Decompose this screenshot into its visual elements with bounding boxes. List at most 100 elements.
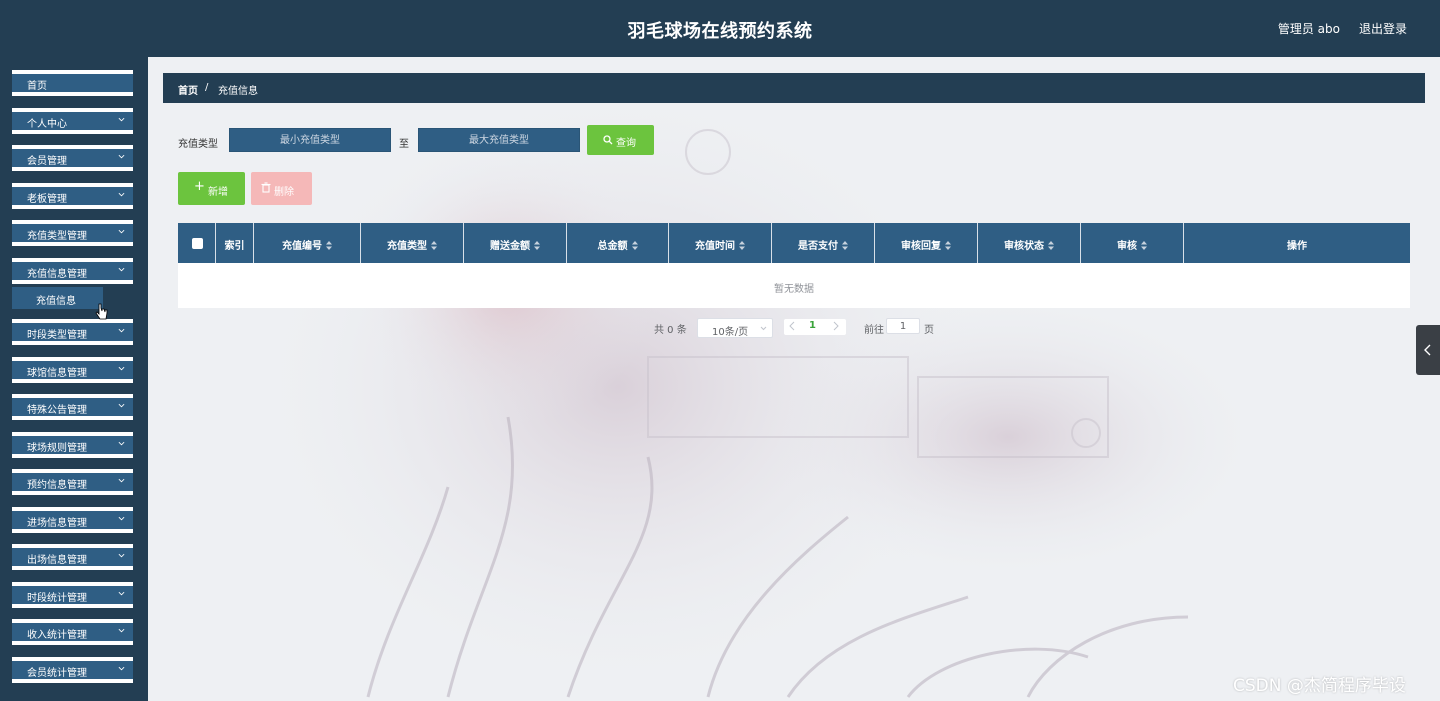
main-content: 首页 / 充值信息 充值类型 最小充值类型 至 最大充值类型 查询 + 新增 删… — [148, 57, 1440, 701]
query-button[interactable]: 查询 — [587, 125, 654, 155]
chevron-down-icon — [118, 117, 125, 122]
sidebar-item[interactable]: 首页 — [12, 70, 133, 96]
page-number-current[interactable]: 1 — [809, 320, 816, 331]
chevron-down-icon — [118, 478, 125, 483]
column-header-label: 充值时间 — [695, 241, 735, 252]
sidebar-item[interactable]: 进场信息管理 — [12, 507, 133, 533]
chevron-down-icon — [118, 516, 125, 521]
column-header-label: 充值类型 — [387, 241, 427, 252]
sidebar-item[interactable]: 时段统计管理 — [12, 582, 133, 608]
sidebar-item-label: 首页 — [27, 81, 47, 92]
sidebar-item[interactable]: 会员统计管理 — [12, 657, 133, 683]
sidebar-item-label: 时段统计管理 — [27, 593, 87, 604]
sort-icon[interactable] — [534, 240, 540, 250]
delete-button-label: 删除 — [274, 187, 294, 198]
column-header-label: 充值编号 — [282, 241, 322, 252]
chevron-down-icon — [118, 328, 125, 333]
column-header-cell: 总金额 — [567, 237, 668, 252]
sort-icon[interactable] — [1048, 240, 1054, 250]
sidebar-item-label: 老板管理 — [27, 194, 67, 205]
sidebar-item-label: 会员管理 — [27, 156, 67, 167]
column-header: 操作 — [1184, 223, 1410, 263]
column-header[interactable]: 总金额 — [567, 223, 669, 263]
sidebar-item[interactable]: 球场规则管理 — [12, 432, 133, 458]
column-header-cell: 审核 — [1081, 237, 1183, 252]
chevron-down-icon — [118, 441, 125, 446]
column-header[interactable]: 审核 — [1081, 223, 1184, 263]
sidebar-item[interactable]: 会员管理 — [12, 145, 133, 171]
goto-label: 前往 — [864, 325, 884, 336]
sidebar-item[interactable]: 时段类型管理 — [12, 319, 133, 345]
sidebar-item[interactable]: 出场信息管理 — [12, 544, 133, 570]
submenu-item-label: 充值信息 — [36, 296, 76, 307]
column-header-cell: 索引 — [216, 237, 253, 252]
submenu-item-recharge-info[interactable]: 充值信息 — [12, 287, 103, 309]
sidebar-item[interactable]: 老板管理 — [12, 183, 133, 209]
sidebar-item-label: 会员统计管理 — [27, 668, 87, 679]
goto-page-input[interactable] — [886, 318, 920, 334]
column-header-label: 审核状态 — [1004, 241, 1044, 252]
logout-link[interactable]: 退出登录 — [1359, 20, 1407, 37]
column-header[interactable]: 赠送金额 — [464, 223, 567, 263]
search-label: 充值类型 — [178, 139, 218, 150]
chevron-down-icon — [118, 154, 125, 159]
sidebar-item-label: 个人中心 — [27, 119, 67, 130]
min-recharge-type-input[interactable]: 最小充值类型 — [229, 128, 391, 152]
column-header-label: 审核 — [1117, 241, 1137, 252]
column-header[interactable]: 审核状态 — [978, 223, 1081, 263]
column-header[interactable]: 是否支付 — [772, 223, 875, 263]
top-header: 羽毛球场在线预约系统 管理员 abo 退出登录 — [0, 0, 1440, 57]
chevron-down-icon — [118, 267, 125, 272]
breadcrumb-home[interactable]: 首页 — [178, 82, 198, 97]
side-panel-toggle[interactable] — [1416, 325, 1440, 375]
select-all-cell — [178, 223, 216, 263]
sidebar-item[interactable]: 个人中心 — [12, 108, 133, 134]
sidebar-item[interactable]: 球馆信息管理 — [12, 357, 133, 383]
column-header[interactable]: 充值编号 — [254, 223, 361, 263]
sidebar-item[interactable]: 收入统计管理 — [12, 619, 133, 645]
sort-icon[interactable] — [842, 240, 848, 250]
chevron-left-icon — [789, 321, 795, 331]
plus-icon: + — [194, 179, 205, 194]
column-header[interactable]: 充值类型 — [361, 223, 464, 263]
select-all-checkbox[interactable] — [192, 238, 203, 249]
range-separator: 至 — [399, 139, 409, 150]
column-header-label: 总金额 — [597, 241, 628, 252]
column-header[interactable]: 审核回复 — [875, 223, 978, 263]
chevron-down-icon — [118, 628, 125, 633]
next-page-button[interactable] — [832, 320, 842, 334]
chevron-down-icon — [118, 229, 125, 234]
background-artwork — [148, 57, 1440, 701]
sort-icon[interactable] — [1141, 240, 1147, 250]
chevron-down-icon — [118, 366, 125, 371]
column-header-label: 是否支付 — [798, 241, 838, 252]
delete-button[interactable]: 删除 — [251, 172, 312, 205]
sidebar-item[interactable]: 预约信息管理 — [12, 469, 133, 495]
current-user: 管理员 abo — [1277, 22, 1340, 36]
page-suffix: 页 — [924, 325, 934, 336]
sidebar-item[interactable]: 特殊公告管理 — [12, 394, 133, 420]
sort-icon[interactable] — [945, 240, 951, 250]
column-header: 索引 — [216, 223, 254, 263]
sort-icon[interactable] — [326, 240, 332, 250]
pagination-nav: 1 — [784, 319, 846, 335]
sort-icon[interactable] — [431, 240, 437, 250]
sidebar-item[interactable]: 充值类型管理 — [12, 220, 133, 246]
prev-page-button[interactable] — [788, 320, 798, 334]
sort-icon[interactable] — [631, 240, 638, 250]
add-button[interactable]: + 新增 — [178, 172, 245, 205]
sort-icon[interactable] — [739, 240, 745, 250]
sidebar-item-label: 收入统计管理 — [27, 630, 87, 641]
chevron-down-icon — [760, 326, 767, 331]
column-header-cell: 充值时间 — [669, 237, 771, 252]
sidebar-item[interactable]: 充值信息管理 — [12, 258, 133, 284]
sidebar-item-label: 进场信息管理 — [27, 518, 87, 529]
column-header[interactable]: 充值时间 — [669, 223, 772, 263]
page-size-select[interactable]: 10条/页 — [697, 318, 773, 338]
sidebar-item-label: 球馆信息管理 — [27, 368, 87, 379]
max-recharge-type-input[interactable]: 最大充值类型 — [418, 128, 580, 152]
table-header: 索引 充值编号 充值类型 赠送金额 总金额 充值时间 是否支付 审核回复 审核状态 审核 操作 — [178, 223, 1410, 263]
empty-text: 暂无数据 — [774, 284, 814, 295]
breadcrumb: 首页 / 充值信息 — [163, 73, 1425, 103]
app-title: 羽毛球场在线预约系统 — [627, 21, 813, 42]
